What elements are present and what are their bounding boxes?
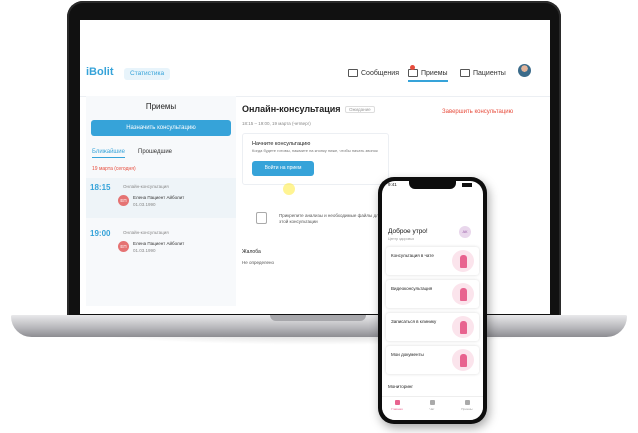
phone-screen: 9:41 Доброе утро! Центр здоровья АК Конс…: [382, 181, 483, 420]
card-label: Консультация в чате: [391, 253, 434, 258]
attach-icon[interactable]: [256, 212, 267, 224]
phone-subtitle: Центр здоровья: [388, 237, 414, 241]
date-label: 19 марта (сегодня): [92, 166, 136, 172]
patient-dob: 01.03.1990: [133, 248, 156, 253]
monitoring-label: Мониторинг: [388, 384, 413, 389]
message-icon: [348, 69, 358, 77]
appointment-item[interactable]: 18:15 Онлайн-консультация ЕП Елена Пацие…: [86, 178, 236, 218]
chat-icon: [429, 400, 435, 405]
bed-figure-icon: [460, 354, 467, 367]
signal-icon: [462, 183, 476, 187]
tab-past[interactable]: Прошедшие: [138, 149, 172, 155]
appointments-panel: Приемы Назначить консультацию Ближайшие …: [86, 96, 236, 306]
card-chat-consultation[interactable]: Консультация в чате: [386, 247, 479, 275]
start-consultation-card: Начните консультацию Когда будете готовы…: [242, 133, 389, 185]
phone-avatar[interactable]: АК: [459, 226, 471, 238]
phone-tab-bar: Главная Чат Приемы: [382, 396, 483, 420]
patient-dob: 01.03.1990: [133, 202, 156, 207]
tab-appointments[interactable]: Приемы: [457, 400, 477, 411]
calendar-icon: [464, 400, 470, 405]
appointment-time: 19:00: [90, 229, 111, 238]
consultation-date: 18:15 – 19:00, 19 марта (четверг): [242, 121, 311, 126]
app-logo[interactable]: iBolit: [86, 66, 114, 78]
appointment-item[interactable]: 19:00 Онлайн-консультация ЕП Елена Пацие…: [86, 224, 236, 264]
nav-messages[interactable]: Сообщения: [348, 69, 399, 77]
card-label: Видеоконсультация: [391, 286, 433, 291]
tab-chat[interactable]: Чат: [422, 400, 442, 411]
card-clinic-booking[interactable]: Записаться в клинику: [386, 313, 479, 341]
card-label: Мои документы: [391, 352, 424, 357]
patient-avatar: ЕП: [118, 195, 129, 206]
patient-name: Елена Пациент Айболит: [133, 241, 185, 246]
tab-appointments-label: Приемы: [461, 407, 473, 411]
book-consultation-button[interactable]: Назначить консультацию: [91, 120, 231, 136]
doctor-figure-icon: [460, 321, 467, 334]
laptop-notch: [270, 315, 366, 321]
card-label: Записаться в клинику: [391, 319, 437, 324]
start-title: Начните консультацию: [252, 141, 311, 147]
tab-upcoming[interactable]: Ближайшие: [92, 149, 125, 158]
nav-messages-label: Сообщения: [361, 69, 399, 77]
attach-text: Прикрепите анализы и необходимые файлы д…: [279, 213, 382, 224]
complaint-label: Жалоба: [242, 249, 261, 255]
complaint-value: Не определено: [242, 260, 274, 265]
nav-patients[interactable]: Пациенты: [460, 69, 506, 77]
tab-home[interactable]: Главная: [387, 400, 407, 411]
home-icon: [394, 400, 400, 405]
doctor-figure-icon: [460, 255, 467, 268]
cursor-highlight: [283, 183, 295, 195]
phone-notch: [409, 181, 456, 189]
appointment-time: 18:15: [90, 183, 111, 192]
phone-time: 9:41: [388, 182, 397, 187]
appointments-title: Приемы: [145, 102, 177, 111]
notification-badge: [410, 65, 415, 70]
status-badge: Ожидание: [345, 106, 375, 113]
nav-appointments[interactable]: Приемы: [408, 69, 448, 82]
end-consultation-link[interactable]: Завершить консультацию: [442, 109, 513, 115]
patient-name: Елена Пациент Айболит: [133, 195, 185, 200]
card-my-documents[interactable]: Мои документы: [386, 346, 479, 374]
enter-appointment-button[interactable]: Войти на прием: [252, 161, 314, 176]
consultation-title: Онлайн-консультация: [242, 104, 341, 114]
phone-greeting: Доброе утро!: [388, 228, 428, 235]
card-video-consultation[interactable]: Видеоконсультация: [386, 280, 479, 308]
nav-appointments-label: Приемы: [421, 69, 448, 77]
nav-patients-label: Пациенты: [473, 69, 506, 77]
start-description: Когда будете готовы, нажмите на кнопку н…: [252, 148, 378, 153]
patient-avatar: ЕП: [118, 241, 129, 252]
appointment-type: Онлайн-консультация: [123, 184, 169, 189]
user-avatar[interactable]: [518, 64, 531, 77]
users-icon: [460, 69, 470, 77]
chat-icon: [408, 69, 418, 77]
stats-chip[interactable]: Статистика: [124, 68, 171, 80]
phone-figure-icon: [460, 288, 467, 301]
tab-home-label: Главная: [391, 407, 403, 411]
phone-frame: 9:41 Доброе утро! Центр здоровья АК Конс…: [378, 177, 487, 424]
appointment-type: Онлайн-консультация: [123, 230, 169, 235]
tab-chat-label: Чат: [429, 407, 435, 411]
